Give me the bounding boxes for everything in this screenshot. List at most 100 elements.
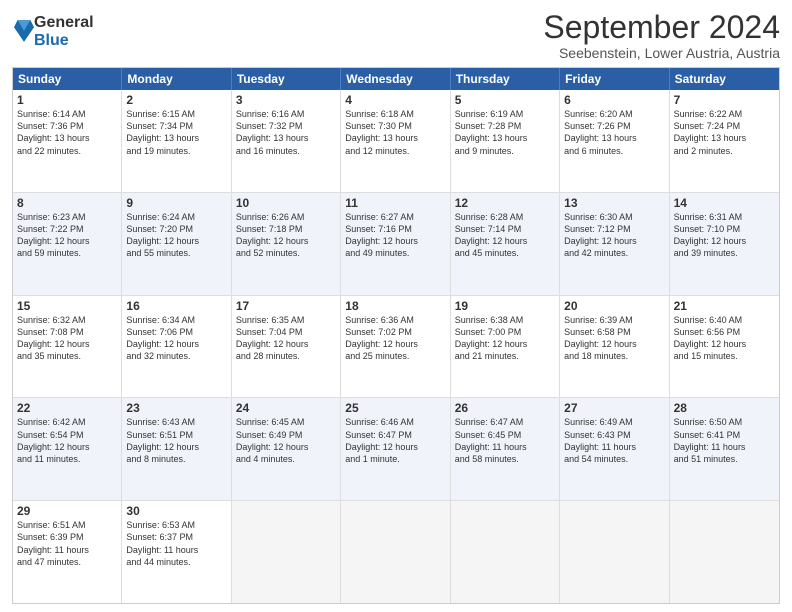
cell-details: Sunrise: 6:53 AMSunset: 6:37 PMDaylight:… [126, 519, 226, 568]
header-day-monday: Monday [122, 68, 231, 90]
cal-cell: 4Sunrise: 6:18 AMSunset: 7:30 PMDaylight… [341, 90, 450, 192]
cell-details: Sunrise: 6:32 AMSunset: 7:08 PMDaylight:… [17, 314, 117, 363]
day-number: 28 [674, 401, 775, 415]
cal-cell: 16Sunrise: 6:34 AMSunset: 7:06 PMDayligh… [122, 296, 231, 398]
cal-cell: 7Sunrise: 6:22 AMSunset: 7:24 PMDaylight… [670, 90, 779, 192]
day-number: 16 [126, 299, 226, 313]
cal-week-2: 8Sunrise: 6:23 AMSunset: 7:22 PMDaylight… [13, 193, 779, 296]
location-title: Seebenstein, Lower Austria, Austria [543, 45, 780, 61]
day-number: 27 [564, 401, 664, 415]
logo-general: General [34, 14, 94, 32]
day-number: 1 [17, 93, 117, 107]
day-number: 24 [236, 401, 336, 415]
cal-cell: 3Sunrise: 6:16 AMSunset: 7:32 PMDaylight… [232, 90, 341, 192]
cal-cell: 13Sunrise: 6:30 AMSunset: 7:12 PMDayligh… [560, 193, 669, 295]
day-number: 25 [345, 401, 445, 415]
day-number: 15 [17, 299, 117, 313]
day-number: 6 [564, 93, 664, 107]
header-day-friday: Friday [560, 68, 669, 90]
cell-details: Sunrise: 6:50 AMSunset: 6:41 PMDaylight:… [674, 416, 775, 465]
cal-cell: 18Sunrise: 6:36 AMSunset: 7:02 PMDayligh… [341, 296, 450, 398]
cal-cell: 29Sunrise: 6:51 AMSunset: 6:39 PMDayligh… [13, 501, 122, 603]
header-day-sunday: Sunday [13, 68, 122, 90]
day-number: 22 [17, 401, 117, 415]
cell-details: Sunrise: 6:22 AMSunset: 7:24 PMDaylight:… [674, 108, 775, 157]
day-number: 17 [236, 299, 336, 313]
cal-cell: 11Sunrise: 6:27 AMSunset: 7:16 PMDayligh… [341, 193, 450, 295]
day-number: 13 [564, 196, 664, 210]
cal-cell: 8Sunrise: 6:23 AMSunset: 7:22 PMDaylight… [13, 193, 122, 295]
cal-cell: 23Sunrise: 6:43 AMSunset: 6:51 PMDayligh… [122, 398, 231, 500]
cal-cell: 10Sunrise: 6:26 AMSunset: 7:18 PMDayligh… [232, 193, 341, 295]
cell-details: Sunrise: 6:36 AMSunset: 7:02 PMDaylight:… [345, 314, 445, 363]
cal-cell: 2Sunrise: 6:15 AMSunset: 7:34 PMDaylight… [122, 90, 231, 192]
calendar-body: 1Sunrise: 6:14 AMSunset: 7:36 PMDaylight… [13, 90, 779, 603]
cal-week-4: 22Sunrise: 6:42 AMSunset: 6:54 PMDayligh… [13, 398, 779, 501]
month-title: September 2024 [543, 10, 780, 45]
cal-cell: 30Sunrise: 6:53 AMSunset: 6:37 PMDayligh… [122, 501, 231, 603]
day-number: 9 [126, 196, 226, 210]
day-number: 3 [236, 93, 336, 107]
cal-week-3: 15Sunrise: 6:32 AMSunset: 7:08 PMDayligh… [13, 296, 779, 399]
cal-week-5: 29Sunrise: 6:51 AMSunset: 6:39 PMDayligh… [13, 501, 779, 603]
day-number: 23 [126, 401, 226, 415]
cal-cell: 24Sunrise: 6:45 AMSunset: 6:49 PMDayligh… [232, 398, 341, 500]
cal-cell: 26Sunrise: 6:47 AMSunset: 6:45 PMDayligh… [451, 398, 560, 500]
cell-details: Sunrise: 6:35 AMSunset: 7:04 PMDaylight:… [236, 314, 336, 363]
cal-cell: 14Sunrise: 6:31 AMSunset: 7:10 PMDayligh… [670, 193, 779, 295]
cal-cell: 20Sunrise: 6:39 AMSunset: 6:58 PMDayligh… [560, 296, 669, 398]
header: General Blue September 2024 Seebenstein,… [12, 10, 780, 61]
cell-details: Sunrise: 6:40 AMSunset: 6:56 PMDaylight:… [674, 314, 775, 363]
day-number: 20 [564, 299, 664, 313]
cell-details: Sunrise: 6:38 AMSunset: 7:00 PMDaylight:… [455, 314, 555, 363]
day-number: 19 [455, 299, 555, 313]
cal-cell: 19Sunrise: 6:38 AMSunset: 7:00 PMDayligh… [451, 296, 560, 398]
cell-details: Sunrise: 6:18 AMSunset: 7:30 PMDaylight:… [345, 108, 445, 157]
cal-cell: 12Sunrise: 6:28 AMSunset: 7:14 PMDayligh… [451, 193, 560, 295]
cal-cell: 28Sunrise: 6:50 AMSunset: 6:41 PMDayligh… [670, 398, 779, 500]
day-number: 4 [345, 93, 445, 107]
logo-icon [14, 16, 34, 44]
logo: General Blue [12, 14, 94, 49]
cell-details: Sunrise: 6:43 AMSunset: 6:51 PMDaylight:… [126, 416, 226, 465]
cell-details: Sunrise: 6:28 AMSunset: 7:14 PMDaylight:… [455, 211, 555, 260]
cal-cell: 5Sunrise: 6:19 AMSunset: 7:28 PMDaylight… [451, 90, 560, 192]
day-number: 2 [126, 93, 226, 107]
cell-details: Sunrise: 6:23 AMSunset: 7:22 PMDaylight:… [17, 211, 117, 260]
cal-cell [560, 501, 669, 603]
header-day-saturday: Saturday [670, 68, 779, 90]
cell-details: Sunrise: 6:16 AMSunset: 7:32 PMDaylight:… [236, 108, 336, 157]
cal-cell [670, 501, 779, 603]
cell-details: Sunrise: 6:24 AMSunset: 7:20 PMDaylight:… [126, 211, 226, 260]
logo-text: General Blue [34, 14, 94, 49]
cell-details: Sunrise: 6:49 AMSunset: 6:43 PMDaylight:… [564, 416, 664, 465]
day-number: 30 [126, 504, 226, 518]
cal-cell: 1Sunrise: 6:14 AMSunset: 7:36 PMDaylight… [13, 90, 122, 192]
cal-cell: 17Sunrise: 6:35 AMSunset: 7:04 PMDayligh… [232, 296, 341, 398]
cal-cell: 6Sunrise: 6:20 AMSunset: 7:26 PMDaylight… [560, 90, 669, 192]
calendar: SundayMondayTuesdayWednesdayThursdayFrid… [12, 67, 780, 604]
cell-details: Sunrise: 6:45 AMSunset: 6:49 PMDaylight:… [236, 416, 336, 465]
cal-cell: 15Sunrise: 6:32 AMSunset: 7:08 PMDayligh… [13, 296, 122, 398]
day-number: 21 [674, 299, 775, 313]
day-number: 7 [674, 93, 775, 107]
cell-details: Sunrise: 6:26 AMSunset: 7:18 PMDaylight:… [236, 211, 336, 260]
cal-week-1: 1Sunrise: 6:14 AMSunset: 7:36 PMDaylight… [13, 90, 779, 193]
header-day-tuesday: Tuesday [232, 68, 341, 90]
cal-cell: 22Sunrise: 6:42 AMSunset: 6:54 PMDayligh… [13, 398, 122, 500]
day-number: 26 [455, 401, 555, 415]
day-number: 8 [17, 196, 117, 210]
header-day-wednesday: Wednesday [341, 68, 450, 90]
header-day-thursday: Thursday [451, 68, 560, 90]
cell-details: Sunrise: 6:30 AMSunset: 7:12 PMDaylight:… [564, 211, 664, 260]
title-block: September 2024 Seebenstein, Lower Austri… [543, 10, 780, 61]
cell-details: Sunrise: 6:51 AMSunset: 6:39 PMDaylight:… [17, 519, 117, 568]
day-number: 5 [455, 93, 555, 107]
cal-cell [451, 501, 560, 603]
cal-cell: 9Sunrise: 6:24 AMSunset: 7:20 PMDaylight… [122, 193, 231, 295]
cell-details: Sunrise: 6:27 AMSunset: 7:16 PMDaylight:… [345, 211, 445, 260]
cell-details: Sunrise: 6:34 AMSunset: 7:06 PMDaylight:… [126, 314, 226, 363]
cell-details: Sunrise: 6:39 AMSunset: 6:58 PMDaylight:… [564, 314, 664, 363]
cell-details: Sunrise: 6:42 AMSunset: 6:54 PMDaylight:… [17, 416, 117, 465]
day-number: 18 [345, 299, 445, 313]
